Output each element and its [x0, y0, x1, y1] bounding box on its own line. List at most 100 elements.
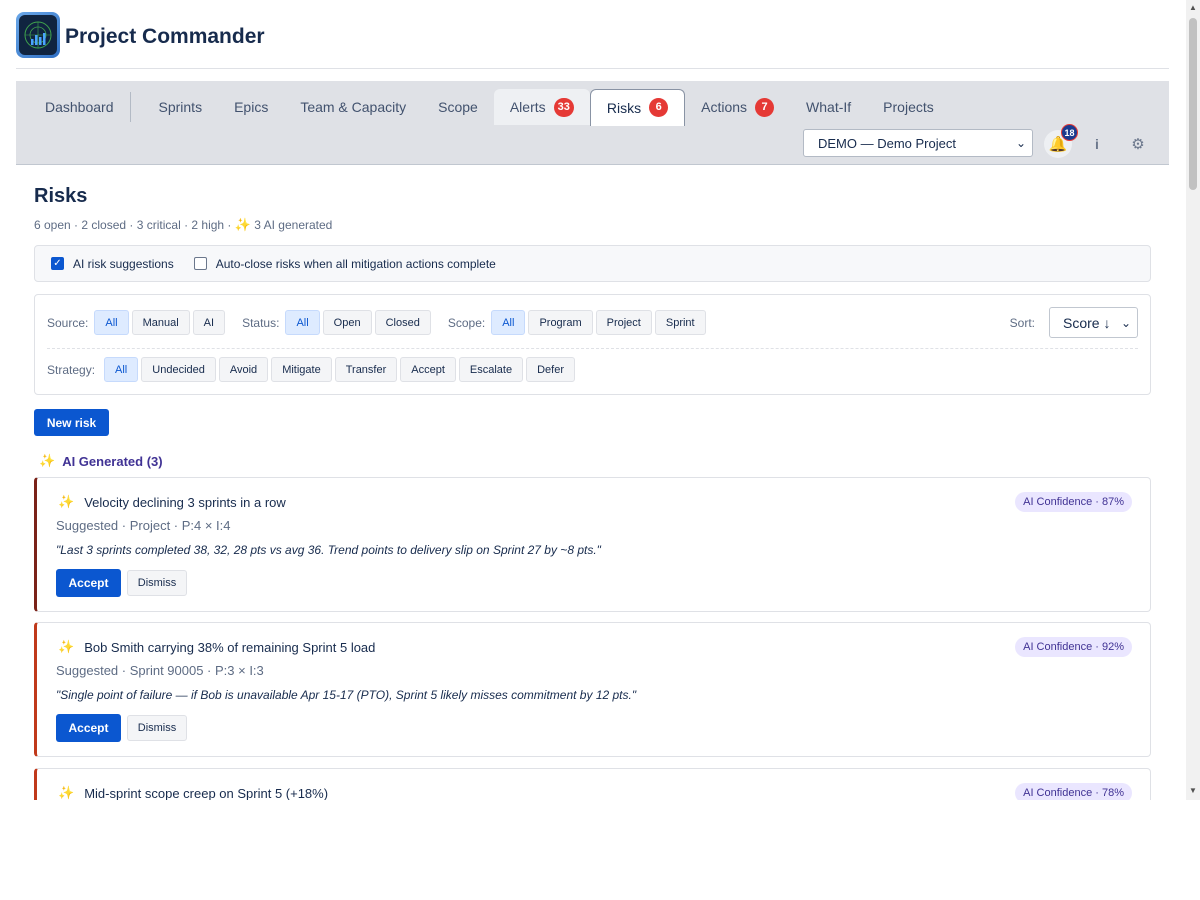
strategy-filter-label: Strategy:: [47, 362, 96, 377]
dismiss-button[interactable]: Dismiss: [127, 570, 187, 596]
sparkle-icon: ✨: [39, 453, 56, 468]
tab-projects[interactable]: Projects: [867, 89, 950, 125]
status-filter-all[interactable]: All: [285, 310, 320, 335]
gear-icon: ⚙: [1131, 136, 1145, 153]
tab-epics[interactable]: Epics: [218, 89, 284, 125]
sparkle-icon: ✨: [58, 785, 75, 800]
scroll-up-arrow-icon[interactable]: ▲: [1188, 3, 1198, 13]
tab-team-capacity[interactable]: Team & Capacity: [284, 89, 422, 125]
status-filter-open[interactable]: Open: [322, 310, 372, 335]
info-icon: i: [1095, 136, 1099, 152]
tab-risks[interactable]: Risks 6: [589, 88, 686, 126]
tab-what-if[interactable]: What-If: [790, 89, 867, 125]
vertical-scrollbar[interactable]: ▲ ▼: [1186, 0, 1200, 800]
sparkle-icon: ✨: [58, 639, 75, 654]
tab-dashboard[interactable]: Dashboard: [29, 89, 130, 125]
alerts-count-badge: 33: [553, 97, 574, 117]
ai-confidence-badge: AI Confidence · 87%: [1015, 492, 1132, 512]
new-risk-button[interactable]: New risk: [34, 409, 109, 436]
chevron-down-icon: ⌄: [1120, 316, 1131, 330]
project-select-value: DEMO — Demo Project: [818, 135, 956, 151]
summary-counts: 6 open · 2 closed · 3 critical · 2 high …: [34, 218, 235, 232]
ai-risk-card: ✨ Bob Smith carrying 38% of remaining Sp…: [34, 622, 1151, 757]
strategy-filter-escalate[interactable]: Escalate: [458, 357, 524, 382]
source-filter-manual[interactable]: Manual: [131, 310, 190, 335]
app-header: Project Commander: [16, 12, 1169, 69]
sort-select[interactable]: Score ↓ ⌄: [1049, 307, 1138, 338]
risk-title-text: Bob Smith carrying 38% of remaining Spri…: [84, 639, 376, 655]
strategy-filter: Strategy: All Undecided Avoid Mitigate T…: [47, 357, 578, 382]
accept-button[interactable]: Accept: [56, 569, 121, 597]
app-title: Project Commander: [65, 25, 265, 48]
risk-title-text: Velocity declining 3 sprints in a row: [84, 494, 286, 510]
auto-close-checkbox[interactable]: [193, 257, 207, 270]
tab-label: Scope: [438, 99, 478, 115]
strategy-filter-mitigate[interactable]: Mitigate: [271, 357, 332, 382]
scope-filter: Scope: All Program Project Sprint: [448, 310, 709, 335]
tab-divider: [129, 92, 131, 122]
ai-suggestions-checkbox[interactable]: ✓: [51, 257, 64, 270]
radar-chart-icon: [19, 15, 57, 55]
strategy-filter-defer[interactable]: Defer: [526, 357, 576, 382]
risk-card-title: ✨ Velocity declining 3 sprints in a row: [58, 494, 286, 510]
ai-risk-card: ✨ Velocity declining 3 sprints in a row …: [34, 477, 1151, 612]
tab-actions[interactable]: Actions 7: [685, 89, 790, 125]
sort-control: Sort: Score ↓ ⌄: [1010, 307, 1138, 338]
scrollbar-thumb[interactable]: [1189, 18, 1197, 190]
summary-ai-count: 3 AI generated: [250, 218, 333, 232]
scope-filter-sprint[interactable]: Sprint: [654, 310, 706, 335]
tab-scope[interactable]: Scope: [422, 89, 494, 125]
source-filter-all[interactable]: All: [94, 310, 129, 335]
risk-meta: Suggested · Sprint 90005 · P:3 × I:3: [56, 663, 264, 678]
scope-filter-all[interactable]: All: [491, 310, 526, 335]
risk-card-title: ✨ Bob Smith carrying 38% of remaining Sp…: [58, 639, 375, 655]
ai-suggestions-label: AI risk suggestions: [73, 256, 174, 271]
risk-summary: 6 open · 2 closed · 3 critical · 2 high …: [34, 217, 1151, 233]
filter-row-strategy: Strategy: All Undecided Avoid Mitigate T…: [47, 357, 592, 382]
strategy-filter-accept[interactable]: Accept: [400, 357, 456, 382]
info-button[interactable]: i: [1083, 130, 1111, 158]
tab-label: Risks: [606, 99, 642, 116]
source-filter: Source: All Manual AI: [47, 310, 228, 335]
tab-label: Dashboard: [45, 99, 114, 115]
tab-label: Sprints: [158, 99, 203, 115]
risk-meta: Suggested · Project · P:4 × I:4: [56, 518, 231, 533]
risk-rationale: "Single point of failure — if Bob is una…: [56, 688, 637, 702]
tab-alerts[interactable]: Alerts 33: [493, 89, 590, 125]
ai-risk-card: ✨ Mid-sprint scope creep on Sprint 5 (+1…: [34, 768, 1151, 800]
strategy-filter-avoid[interactable]: Avoid: [218, 357, 269, 382]
risk-title-text: Mid-sprint scope creep on Sprint 5 (+18%…: [84, 785, 329, 801]
status-filter-label: Status:: [242, 315, 280, 330]
tab-label: Projects: [883, 99, 934, 115]
tab-label: Team & Capacity: [300, 99, 407, 115]
sort-select-value: Score ↓: [1063, 314, 1111, 331]
ai-generated-heading-label: AI Generated (3): [62, 453, 163, 469]
strategy-filter-all[interactable]: All: [104, 357, 139, 382]
source-filter-label: Source:: [47, 315, 89, 330]
notifications-count-badge: 18: [1061, 124, 1078, 141]
sparkle-icon: ✨: [58, 494, 75, 509]
dismiss-button[interactable]: Dismiss: [127, 715, 187, 741]
viewport: Project Commander Dashboard Sprints Epic…: [0, 0, 1186, 800]
accept-button[interactable]: Accept: [56, 714, 121, 742]
strategy-filter-transfer[interactable]: Transfer: [334, 357, 398, 382]
filter-row-primary: Source: All Manual AI Status: All Open C…: [47, 310, 723, 335]
ai-suggestions-toggle[interactable]: ✓ AI risk suggestions: [51, 257, 174, 271]
filter-divider: [47, 348, 1138, 349]
tab-sprints[interactable]: Sprints: [143, 89, 219, 125]
scope-filter-program[interactable]: Program: [528, 310, 593, 335]
ai-generated-heading: ✨ AI Generated (3): [39, 453, 163, 469]
risks-count-badge: 6: [649, 98, 669, 117]
settings-button[interactable]: ⚙: [1124, 130, 1152, 158]
source-filter-ai[interactable]: AI: [192, 310, 226, 335]
scroll-down-arrow-icon[interactable]: ▼: [1188, 786, 1198, 796]
auto-close-toggle[interactable]: Auto-close risks when all mitigation act…: [193, 257, 496, 271]
scope-filter-project[interactable]: Project: [595, 310, 652, 335]
risk-rationale: "Last 3 sprints completed 38, 32, 28 pts…: [56, 543, 601, 557]
actions-count-badge: 7: [755, 97, 775, 117]
project-select[interactable]: DEMO — Demo Project ⌄: [803, 129, 1033, 157]
page-title: Risks: [34, 185, 88, 207]
strategy-filter-undecided[interactable]: Undecided: [141, 357, 216, 382]
filter-panel: Source: All Manual AI Status: All Open C…: [34, 294, 1151, 395]
status-filter-closed[interactable]: Closed: [374, 310, 431, 335]
